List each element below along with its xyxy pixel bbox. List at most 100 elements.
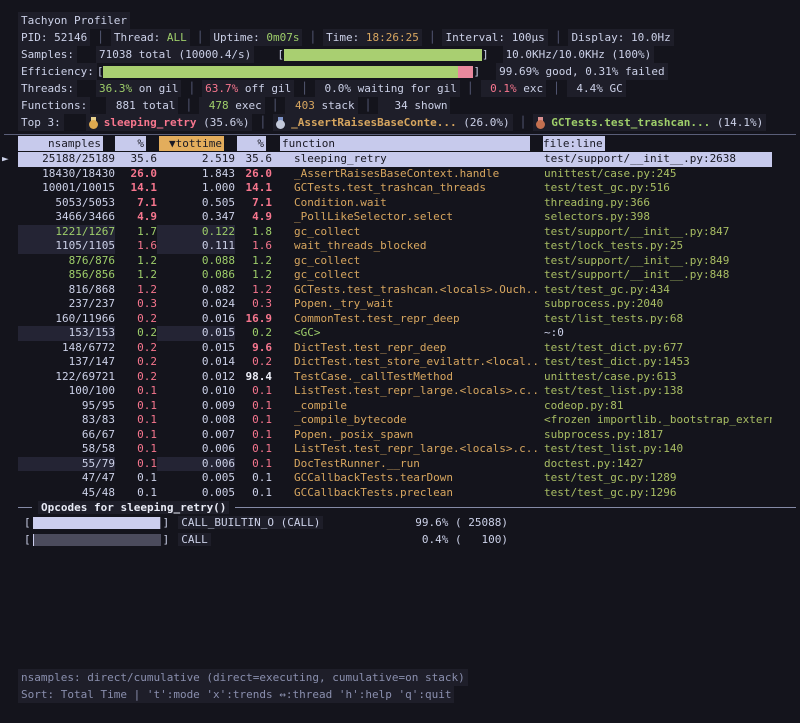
cell-percent-direct: 0.1 [115, 384, 157, 399]
table-row[interactable]: 153/153 0.2 0.015 0.2 <GC> ~:0 [2, 326, 772, 341]
table-row[interactable]: 876/876 1.2 0.088 1.2 gc_collect test/su… [2, 254, 772, 269]
opcode-bar-fill [33, 534, 34, 546]
cell-file-line: codeop.py:81 [540, 399, 772, 414]
table-row[interactable]: 83/83 0.1 0.008 0.1 _compile_bytecode <f… [2, 413, 772, 428]
cell-nsamples: 3466/3466 [18, 210, 115, 225]
table-row[interactable]: ► 25188/25189 35.6 2.519 35.6 sleeping_r… [2, 152, 772, 167]
column-header-file-line[interactable]: file:line [543, 136, 605, 151]
column-header-percent-cumulative[interactable]: % [237, 136, 266, 151]
cell-function: Condition.wait [272, 196, 540, 211]
cell-function: DictTest.test_store_evilattr.<local... [272, 355, 540, 370]
table-row[interactable]: 18430/18430 26.0 1.843 26.0 _AssertRaise… [2, 167, 772, 182]
table-row[interactable]: 10001/10015 14.1 1.000 14.1 GCTests.test… [2, 181, 772, 196]
table-row[interactable]: 122/69721 0.2 0.012 98.4 TestCase._callT… [2, 370, 772, 385]
cell-function: DictTest.test_repr_deep [272, 341, 540, 356]
opcode-bar-close-bracket: ] [163, 516, 170, 529]
table-row[interactable]: 1221/1267 1.7 0.122 1.8 gc_collect test/… [2, 225, 772, 240]
cell-percent-direct: 1.2 [115, 254, 157, 269]
profile-table: nsamples % ▼tottime % function file:line… [2, 135, 772, 500]
opcode-value: 99.6% ( 25088) [415, 516, 508, 529]
cell-function: ListTest.test_repr_large.<locals>.c... [272, 442, 540, 457]
cell-percent-direct: 0.2 [115, 355, 157, 370]
cell-percent-cumulative: 0.2 [235, 355, 272, 370]
table-row[interactable]: 95/95 0.1 0.009 0.1 _compile codeop.py:8… [2, 399, 772, 414]
opcodes-section-title: Opcodes for sleeping_retry() [38, 501, 229, 514]
cell-function: DocTestRunner.__run [272, 457, 540, 472]
cell-percent-cumulative: 0.1 [235, 384, 272, 399]
table-row[interactable]: 5053/5053 7.1 0.505 7.1 Condition.wait t… [2, 196, 772, 211]
efficiency-label: Efficiency: [18, 63, 97, 80]
opcodes-divider-line [235, 507, 796, 508]
cell-file-line: threading.py:366 [540, 196, 772, 211]
cell-nsamples: 237/237 [18, 297, 115, 312]
cell-percent-cumulative: 0.1 [235, 486, 272, 501]
cell-function: GCTests.test_trashcan.<locals>.Ouch... [272, 283, 540, 298]
cell-nsamples: 1105/1105 [18, 239, 115, 254]
samples-bar [284, 49, 482, 61]
cell-percent-direct: 0.1 [115, 399, 157, 414]
cell-function: _compile_bytecode [272, 413, 540, 428]
top3-entry[interactable]: GCTests.test_trashcan... (14.1%) [533, 114, 766, 131]
cell-tottime: 0.008 [157, 413, 235, 428]
column-header-percent-direct[interactable]: % [115, 136, 146, 151]
table-row[interactable]: 816/868 1.2 0.082 1.2 GCTests.test_trash… [2, 283, 772, 298]
separator: │ [546, 80, 567, 97]
cell-file-line: test/test_dict.py:677 [540, 341, 772, 356]
table-row[interactable]: 1105/1105 1.6 0.111 1.6 wait_threads_blo… [2, 239, 772, 254]
app-title: Tachyon Profiler [18, 12, 130, 29]
cell-function: Popen._posix_spawn [272, 428, 540, 443]
top3-label: Top 3: [18, 114, 64, 131]
table-row[interactable]: 55/79 0.1 0.006 0.1 DocTestRunner.__run … [2, 457, 772, 472]
top3-entry[interactable]: _AssertRaisesBaseConte... (26.0%) [273, 114, 513, 131]
table-row[interactable]: 100/100 0.1 0.010 0.1 ListTest.test_repr… [2, 384, 772, 399]
cell-percent-cumulative: 1.8 [235, 225, 272, 240]
cell-percent-cumulative: 1.2 [235, 283, 272, 298]
silver-medal-icon [276, 117, 285, 129]
top3-line: Top 3: sleeping_retry (35.6%) │_AssertRais… [0, 114, 800, 131]
column-header-nsamples[interactable]: nsamples [18, 136, 103, 151]
separator: │ [513, 114, 534, 131]
functions-line: Functions: 881 total│ 478 exec│ 403 stac… [0, 97, 800, 114]
table-row[interactable]: 45/48 0.1 0.005 0.1 GCCallbackTests.prec… [2, 486, 772, 501]
cell-function: gc_collect [272, 254, 540, 269]
table-row[interactable]: 160/11966 0.2 0.016 16.9 CommonTest.test… [2, 312, 772, 327]
cell-percent-cumulative: 9.6 [235, 341, 272, 356]
cell-percent-direct: 35.6 [115, 152, 157, 167]
cell-percent-direct: 0.1 [115, 457, 157, 472]
cell-percent-direct: 1.2 [115, 268, 157, 283]
column-header-function[interactable]: function [280, 136, 530, 151]
cell-percent-cumulative: 98.4 [235, 370, 272, 385]
table-row[interactable]: 3466/3466 4.9 0.347 4.9 _PollLikeSelecto… [2, 210, 772, 225]
cell-function: GCCallbackTests.tearDown [272, 471, 540, 486]
cell-file-line: subprocess.py:1817 [540, 428, 772, 443]
cell-percent-direct: 0.2 [115, 370, 157, 385]
separator: │ [178, 97, 199, 114]
cell-function: Popen._try_wait [272, 297, 540, 312]
table-row[interactable]: 66/67 0.1 0.007 0.1 Popen._posix_spawn s… [2, 428, 772, 443]
cell-tottime: 0.016 [157, 312, 235, 327]
top3-entry[interactable]: sleeping_retry (35.6%) [86, 114, 253, 131]
stat-segment: 478 exec [199, 97, 265, 114]
opcodes-section-divider: Opcodes for sleeping_retry() [18, 500, 796, 514]
table-row[interactable]: 47/47 0.1 0.005 0.1 GCCallbackTests.tear… [2, 471, 772, 486]
table-row[interactable]: 58/58 0.1 0.006 0.1 ListTest.test_repr_l… [2, 442, 772, 457]
row-label: Threads: [18, 80, 77, 97]
cell-function: sleeping_retry [272, 152, 540, 167]
cell-file-line: test/test_dict.py:1453 [540, 355, 772, 370]
cell-percent-cumulative: 0.1 [235, 471, 272, 486]
status-item: Interval: 100µs [442, 29, 547, 46]
table-row[interactable]: 148/6772 0.2 0.015 9.6 DictTest.test_rep… [2, 341, 772, 356]
efficiency-bar-failed [458, 66, 474, 78]
stat-segment: 403 stack [285, 97, 357, 114]
table-row[interactable]: 237/237 0.3 0.024 0.3 Popen._try_wait su… [2, 297, 772, 312]
column-header-tottime-sorted[interactable]: ▼tottime [159, 136, 224, 151]
table-row[interactable]: 856/856 1.2 0.086 1.2 gc_collect test/su… [2, 268, 772, 283]
table-row[interactable]: 137/147 0.2 0.014 0.2 DictTest.test_stor… [2, 355, 772, 370]
samples-bar-open-bracket: [ [277, 46, 284, 63]
cell-nsamples: 153/153 [18, 326, 115, 341]
samples-total: 71038 total (10000.4/s) [96, 46, 254, 63]
top3-function-name: GCTests.test_trashcan... [551, 114, 710, 131]
status-item: Thread: ALL [111, 29, 190, 46]
status-line: PID: 52146│Thread: ALL│Uptime: 0m07s│Tim… [0, 29, 800, 46]
cell-percent-direct: 0.2 [115, 326, 157, 341]
